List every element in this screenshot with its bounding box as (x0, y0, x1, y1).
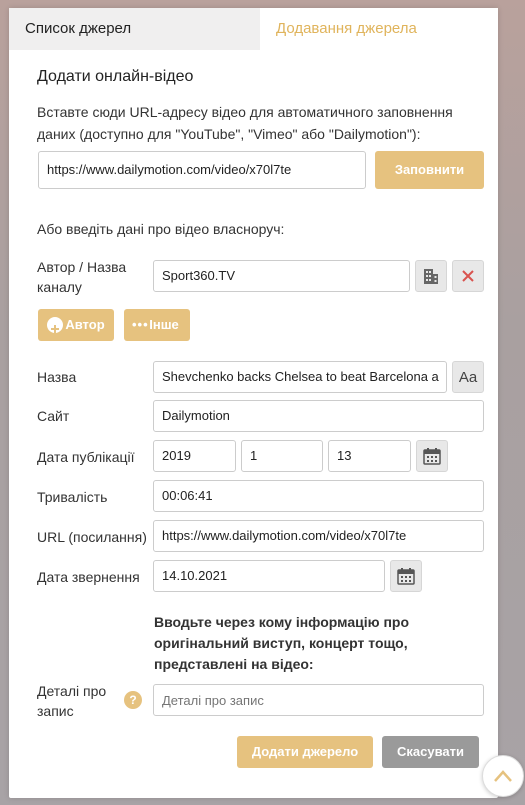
pub-date-label: Дата публікації (37, 449, 135, 465)
pub-year-input[interactable]: 2019 (153, 440, 236, 472)
other-button[interactable]: ••• Інше (124, 309, 190, 341)
add-author-button[interactable]: Автор (38, 309, 114, 341)
text-case-icon: Aa (458, 368, 478, 386)
help-icon[interactable]: ? (124, 691, 142, 709)
manual-hint: Або введіть дані про відео власноруч: (37, 221, 285, 237)
case-toggle-button[interactable]: Aa (452, 361, 484, 393)
chevron-up-icon (494, 770, 512, 782)
author-label: Автор / Назва каналу (37, 259, 127, 295)
remove-author-button[interactable] (452, 260, 484, 292)
duration-input[interactable]: 00:06:41 (153, 480, 484, 512)
pub-date-calendar-button[interactable] (416, 440, 448, 472)
cancel-button[interactable]: Скасувати (382, 736, 479, 768)
url-label: URL (посилання) (37, 529, 147, 545)
tab-source-list[interactable]: Список джерел (9, 8, 260, 50)
url-input[interactable]: https://www.dailymotion.com/video/x70l7t… (153, 520, 484, 552)
site-label: Сайт (37, 408, 70, 424)
video-url-input[interactable]: https://www.dailymotion.com/video/x70l7t… (38, 151, 366, 189)
tab-add-source[interactable]: Додавання джерела (260, 8, 498, 50)
details-input[interactable] (153, 684, 484, 716)
site-input[interactable]: Dailymotion (153, 400, 484, 432)
scroll-to-top-button[interactable] (482, 755, 524, 797)
calendar-icon (423, 448, 441, 465)
close-icon (462, 270, 474, 282)
fill-button[interactable]: Заповнити (375, 151, 484, 189)
duration-label: Тривалість (37, 489, 108, 505)
name-input[interactable]: Shevchenko backs Chelsea to beat Barcelo… (153, 361, 447, 393)
pub-month-input[interactable]: 1 (241, 440, 323, 472)
building-icon (424, 269, 438, 284)
plus-circle-icon (47, 317, 63, 333)
submit-source-button[interactable]: Додати джерело (237, 736, 373, 768)
page-title: Додати онлайн-відео (37, 68, 194, 85)
tab-bar: Список джерел Додавання джерела (9, 8, 498, 50)
intro-text: Вставте сюди URL-адресу відео для автома… (37, 104, 453, 142)
details-hint: Вводьте через кому інформацію про оригін… (154, 614, 410, 672)
author-input[interactable]: Sport360.TV (153, 260, 410, 292)
organization-button[interactable] (415, 260, 447, 292)
ellipsis-icon: ••• (132, 317, 149, 332)
other-label: Інше (149, 317, 179, 332)
access-date-input[interactable]: 14.10.2021 (153, 560, 385, 592)
access-date-calendar-button[interactable] (390, 560, 422, 592)
pub-day-input[interactable]: 13 (328, 440, 411, 472)
add-author-label: Автор (65, 317, 105, 332)
source-panel: Список джерел Додавання джерела Додати о… (9, 8, 498, 798)
calendar-icon (397, 568, 415, 585)
access-date-label: Дата звернення (37, 569, 140, 585)
name-label: Назва (37, 369, 77, 385)
details-label: Деталі про запис (37, 683, 107, 719)
